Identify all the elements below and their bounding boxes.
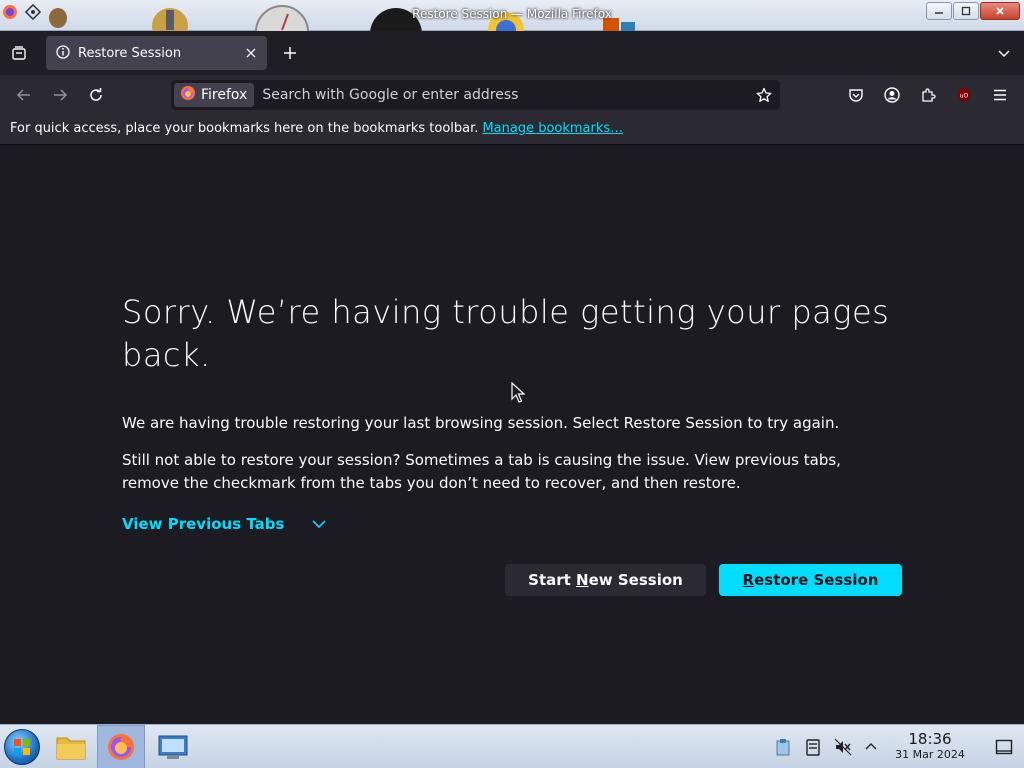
firefox-logo-icon	[180, 85, 196, 105]
account-icon	[884, 87, 900, 103]
puzzle-icon	[922, 88, 936, 102]
restore-session-button[interactable]: Restore Session	[719, 564, 902, 596]
list-all-tabs-button[interactable]	[994, 43, 1014, 63]
start-new-accesskey: N	[576, 571, 589, 589]
folder-icon	[56, 737, 86, 760]
restore-help-text: Still not able to restore your session? …	[122, 451, 841, 492]
hamburger-menu-icon	[994, 89, 1006, 101]
back-arrow-icon	[16, 89, 30, 101]
clock-time: 18:36	[908, 730, 952, 748]
plus-icon	[284, 47, 296, 59]
ublock-icon: uO	[958, 88, 970, 102]
url-bar[interactable]: Firefox	[171, 80, 780, 110]
maximize-button[interactable]	[953, 2, 979, 20]
restore-label-after: estore Session	[754, 571, 879, 589]
ublock-origin-button[interactable]: uO	[952, 83, 976, 107]
maximize-icon	[961, 6, 971, 16]
firefox-icon	[108, 734, 134, 760]
firefox-taskbar-button[interactable]	[97, 725, 145, 768]
svg-text:uO: uO	[960, 93, 969, 100]
clipboard-tray-icon[interactable]	[773, 737, 793, 757]
window-titlebar: Restore Session — Mozilla Firefox	[0, 0, 1024, 60]
info-icon	[56, 44, 70, 63]
back-button[interactable]	[12, 83, 36, 107]
show-desktop-icon	[995, 739, 1013, 755]
new-tab-button[interactable]	[280, 43, 300, 63]
extensions-button[interactable]	[916, 83, 940, 107]
start-new-label-after: ew Session	[588, 571, 683, 589]
file-manager-taskbar-button[interactable]	[47, 725, 95, 768]
view-previous-tabs-toggle[interactable]: View Previous Tabs	[122, 515, 328, 533]
start-menu-button[interactable]	[4, 729, 40, 765]
system-settings-icon	[158, 735, 188, 759]
restore-accesskey: R	[742, 571, 755, 589]
start-new-label-before: Start	[528, 571, 577, 589]
account-button[interactable]	[880, 83, 904, 107]
reload-icon	[90, 88, 102, 101]
close-tab-button[interactable]	[243, 45, 259, 61]
close-icon	[246, 48, 256, 58]
mouse-cursor-icon	[511, 381, 526, 404]
manage-bookmarks-link[interactable]: Manage bookmarks…	[482, 121, 623, 136]
firefox-view-button[interactable]	[8, 42, 30, 64]
address-input[interactable]	[262, 83, 743, 107]
restore-description: We are having trouble restoring your las…	[122, 414, 840, 432]
tab-label: Restore Session	[78, 45, 182, 61]
taskbar-clock[interactable]: 18:36 31 Mar 2024	[888, 731, 972, 762]
app-menu-button[interactable]	[988, 83, 1012, 107]
bookmarks-hint-text: For quick access, place your bookmarks h…	[10, 121, 479, 136]
forward-arrow-icon	[54, 89, 68, 101]
view-previous-tabs-label: View Previous Tabs	[122, 515, 285, 533]
nav-bar: Firefox uO	[0, 75, 1024, 115]
volume-muted-icon[interactable]	[833, 737, 853, 757]
pocket-button[interactable]	[844, 83, 868, 107]
tab-restore-session[interactable]: Restore Session	[46, 36, 267, 70]
star-icon	[756, 87, 772, 102]
tray-expand-chevron-up-icon[interactable]	[861, 737, 881, 757]
close-icon	[996, 7, 1004, 15]
identity-label: Firefox	[201, 87, 248, 103]
page-title: Sorry. We’re having trouble getting your…	[122, 293, 890, 374]
forward-button[interactable]	[48, 83, 72, 107]
window-title: Restore Session — Mozilla Firefox	[412, 7, 612, 21]
firefox-view-icon	[12, 46, 26, 60]
taskbar: 18:36 31 Mar 2024	[0, 724, 1024, 768]
minimize-button[interactable]	[926, 2, 952, 20]
clock-date: 31 Mar 2024	[895, 748, 965, 761]
bookmark-star-button[interactable]	[753, 84, 775, 106]
window-controls	[926, 2, 1020, 20]
storage-tray-icon[interactable]	[803, 737, 823, 757]
identity-box[interactable]: Firefox	[174, 83, 255, 107]
pocket-icon	[849, 89, 863, 102]
windows-logo-icon	[14, 739, 30, 755]
minimize-icon	[935, 12, 943, 14]
start-new-session-button[interactable]: Start New Session	[505, 564, 706, 596]
reload-button[interactable]	[84, 83, 108, 107]
control-panel-taskbar-button[interactable]	[149, 725, 197, 768]
bookmarks-toolbar: For quick access, place your bookmarks h…	[0, 115, 1024, 145]
chevron-down-icon	[310, 515, 328, 533]
page-content: Sorry. We’re having trouble getting your…	[0, 145, 1024, 724]
close-window-button[interactable]	[980, 2, 1020, 20]
chevron-down-icon	[998, 50, 1010, 58]
tab-strip: Restore Session	[0, 31, 1024, 75]
show-desktop-button[interactable]	[994, 737, 1014, 757]
